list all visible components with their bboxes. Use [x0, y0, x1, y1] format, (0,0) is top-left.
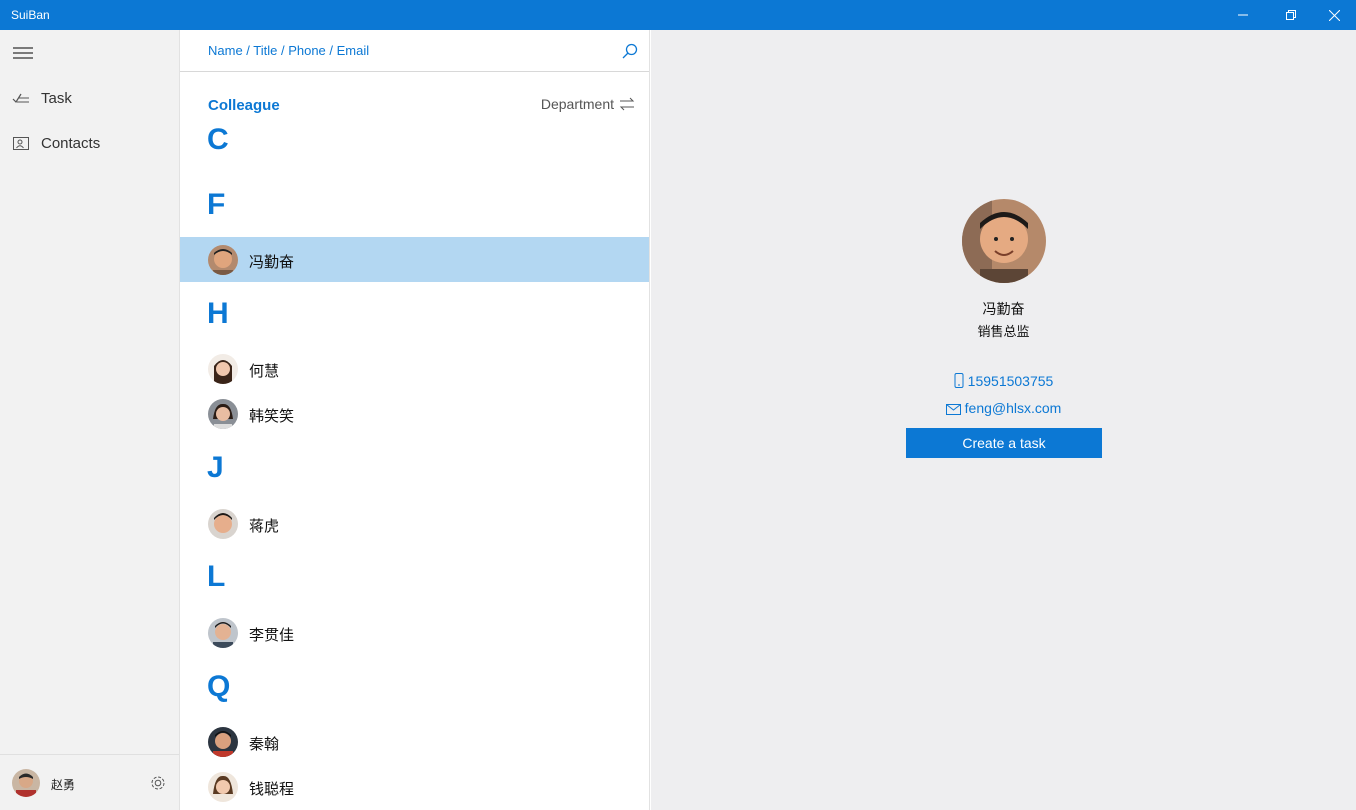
- avatar: [208, 509, 238, 539]
- avatar: [208, 399, 238, 429]
- avatar: [208, 354, 238, 384]
- contact-item[interactable]: 冯勤奋: [180, 237, 649, 282]
- settings-button[interactable]: [149, 774, 167, 792]
- search-input[interactable]: [180, 30, 610, 71]
- contact-item[interactable]: 何慧: [180, 346, 649, 391]
- contact-avatar-large: [962, 199, 1046, 283]
- app-title: SuiBan: [11, 8, 50, 22]
- contact-item[interactable]: 蒋虎: [180, 501, 649, 546]
- section-letter[interactable]: H: [207, 297, 229, 331]
- mail-icon: [945, 404, 961, 415]
- nav-pane: Task Contacts 赵勇: [0, 30, 180, 810]
- avatar: [208, 245, 238, 275]
- department-sort-label: Department: [540, 96, 614, 112]
- minimize-icon: [1238, 14, 1248, 16]
- avatar: [208, 772, 238, 802]
- contact-name: 冯勤奋: [249, 254, 295, 271]
- hamburger-menu-button[interactable]: [12, 44, 34, 62]
- avatar: [208, 618, 238, 648]
- contact-job-title: 销售总监: [977, 324, 1030, 339]
- contact-name: 秦翰: [249, 736, 280, 753]
- nav-item-label: Contacts: [41, 135, 101, 152]
- contact-item[interactable]: 李贯佳: [180, 610, 649, 655]
- user-bar: 赵勇: [0, 754, 179, 810]
- contact-list-pane: Colleague Department C F 冯勤奋 H 何慧 韩笑笑 J …: [180, 30, 650, 810]
- task-icon: [12, 90, 30, 108]
- gear-icon: [151, 776, 165, 790]
- contact-email-link[interactable]: feng@hlsx.com: [651, 400, 1356, 416]
- close-icon: [1328, 9, 1340, 21]
- title-bar: SuiBan: [0, 0, 1356, 30]
- restore-button[interactable]: [1268, 0, 1314, 30]
- contacts-icon: [12, 135, 30, 153]
- avatar: [208, 727, 238, 757]
- group-label: Colleague: [208, 97, 280, 114]
- section-letter[interactable]: Q: [207, 670, 230, 704]
- phone-icon: [954, 373, 964, 388]
- section-letter[interactable]: J: [207, 451, 224, 485]
- nav-item-label: Task: [41, 90, 72, 107]
- section-letter[interactable]: C: [207, 123, 229, 157]
- contact-item[interactable]: 韩笑笑: [180, 391, 649, 436]
- contact-phone-link[interactable]: 15951503755: [651, 373, 1356, 389]
- contact-detail-pane: 冯勤奋 销售总监 15951503755 feng@hlsx.com Creat…: [651, 30, 1356, 810]
- contact-name: 何慧: [249, 363, 280, 380]
- close-button[interactable]: [1311, 0, 1356, 30]
- create-task-button[interactable]: Create a task: [906, 428, 1102, 458]
- restore-icon: [1286, 10, 1296, 20]
- contact-name: 钱聪程: [249, 781, 295, 798]
- search-icon: [622, 43, 638, 59]
- contact-name: 韩笑笑: [249, 408, 295, 425]
- contact-item[interactable]: 钱聪程: [180, 764, 649, 809]
- contact-email: feng@hlsx.com: [964, 400, 1062, 416]
- section-letter[interactable]: L: [207, 560, 225, 594]
- nav-item-contacts[interactable]: Contacts: [0, 124, 179, 164]
- section-letter[interactable]: F: [207, 188, 225, 222]
- user-name: 赵勇: [51, 778, 76, 792]
- contact-item[interactable]: 秦翰: [180, 719, 649, 764]
- department-sort-button[interactable]: Department: [541, 96, 635, 112]
- contact-name: 蒋虎: [249, 518, 280, 535]
- user-avatar[interactable]: [12, 769, 40, 797]
- contact-name-detail: 冯勤奋: [982, 301, 1025, 317]
- swap-icon: [619, 97, 635, 111]
- search-box: [180, 30, 649, 72]
- search-button[interactable]: [621, 42, 639, 60]
- hamburger-icon: [13, 47, 33, 59]
- contact-name: 李贯佳: [249, 627, 295, 644]
- contact-phone: 15951503755: [967, 373, 1054, 389]
- minimize-button[interactable]: [1220, 0, 1266, 30]
- nav-item-task[interactable]: Task: [0, 79, 179, 119]
